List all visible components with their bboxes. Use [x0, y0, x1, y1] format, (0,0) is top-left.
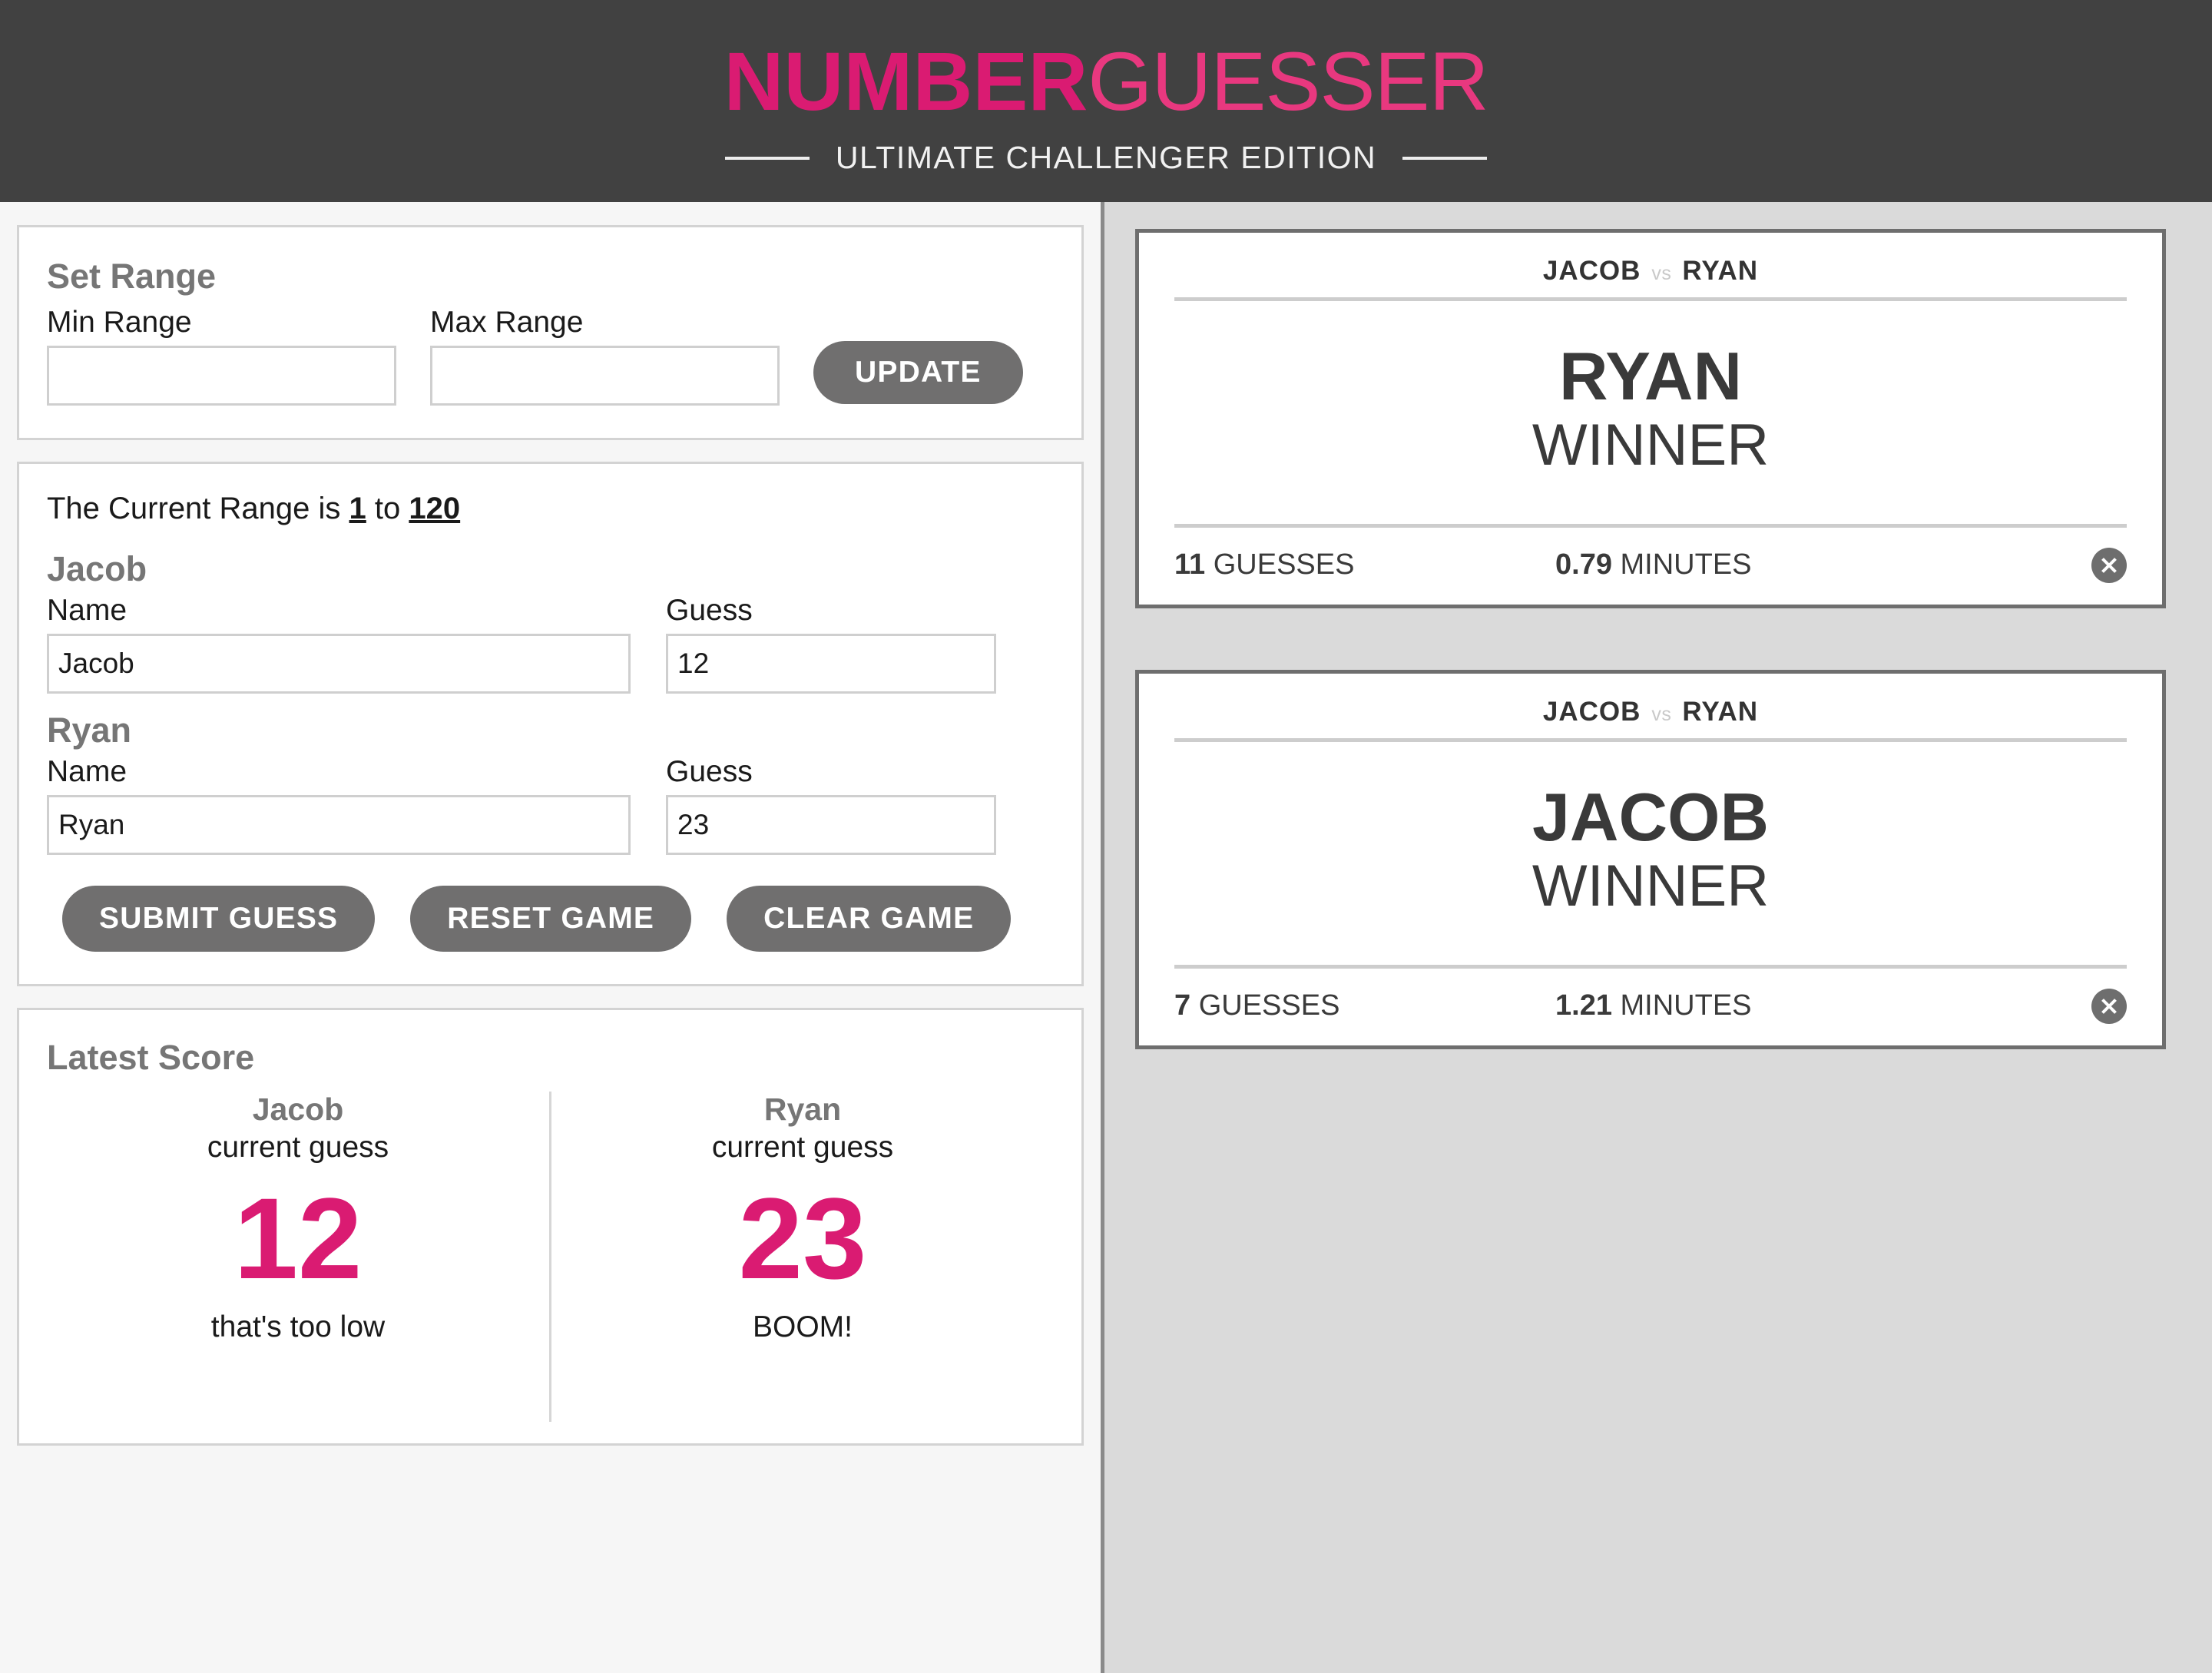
stat-guesses: 11 GUESSES — [1174, 548, 1555, 581]
matchup-player-one: JACOB — [1542, 256, 1641, 286]
ryan-guess-label: Guess — [666, 755, 753, 788]
ryan-name-field: Name — [47, 755, 631, 855]
score-value-ryan: 23 — [738, 1174, 867, 1303]
game-action-buttons: SUBMIT GUESS RESET GAME CLEAR GAME — [47, 886, 1054, 952]
jacob-name-input[interactable] — [47, 634, 631, 694]
stat-guesses-value: 11 — [1174, 548, 1206, 581]
score-value-jacob: 12 — [233, 1174, 363, 1303]
logo-text-number: NUMBER — [724, 35, 1088, 128]
player-heading-jacob: Jacob — [47, 549, 147, 588]
winner-card-body: RYAN WINNER — [1174, 301, 2127, 524]
stat-minutes-value: 1.21 — [1555, 989, 1612, 1022]
ryan-name-label: Name — [47, 755, 127, 788]
winner-name: JACOB — [1532, 778, 1770, 855]
close-button-wrap — [1984, 547, 2127, 583]
max-range-label: Max Range — [430, 306, 584, 339]
jacob-guess-label: Guess — [666, 594, 753, 627]
close-icon[interactable] — [2091, 988, 2127, 1024]
current-range-max: 120 — [409, 492, 461, 525]
matchup-vs-label: vs — [1651, 703, 1672, 725]
score-player-ryan: Ryan — [763, 1092, 842, 1127]
winner-card-stats: 7 GUESSES 1.21 MINUTES — [1174, 969, 2127, 1024]
jacob-guess-input[interactable] — [666, 634, 996, 694]
player-row-ryan: Name Guess — [47, 755, 1054, 855]
ryan-guess-input[interactable] — [666, 795, 996, 855]
game-panel: The Current Range is 1 to 120 Jacob Name… — [17, 462, 1084, 986]
stat-minutes-label: MINUTES — [1620, 548, 1752, 581]
main-layout: Set Range Min Range Max Range UPDATE The… — [0, 202, 2212, 1673]
matchup-player-two: RYAN — [1682, 256, 1759, 286]
set-range-title: Set Range — [47, 257, 217, 296]
subtitle-rule-left — [724, 156, 810, 160]
stat-guesses-value: 7 — [1174, 989, 1191, 1022]
min-range-label: Min Range — [47, 306, 192, 339]
logo-text-guesser: GUESSER — [1088, 35, 1488, 128]
score-hint-jacob: that's too low — [210, 1310, 386, 1343]
matchup-vs-label: vs — [1651, 263, 1672, 284]
stat-minutes: 0.79 MINUTES — [1555, 548, 1984, 581]
jacob-guess-field: Guess — [666, 594, 996, 694]
winner-name: RYAN — [1558, 338, 1742, 414]
clear-game-button[interactable]: CLEAR GAME — [727, 886, 1012, 952]
subtitle-rule-right — [1402, 156, 1488, 160]
latest-score-panel: Latest Score Jacob current guess 12 that… — [17, 1008, 1084, 1446]
app-subtitle: ULTIMATE CHALLENGER EDITION — [724, 140, 1488, 176]
max-range-field: Max Range — [430, 306, 780, 406]
stat-guesses: 7 GUESSES — [1174, 989, 1555, 1022]
winner-card: JACOB vs RYAN RYAN WINNER 11 GUESSES 0.79 … — [1135, 229, 2166, 608]
score-player-jacob: Jacob — [252, 1092, 344, 1127]
latest-score-columns: Jacob current guess 12 that's too low Ry… — [47, 1092, 1054, 1422]
current-range-joiner: to — [374, 492, 401, 525]
app-logo: NUMBERGUESSER — [724, 40, 1488, 123]
player-heading-ryan: Ryan — [47, 711, 132, 750]
score-caption-jacob: current guess — [207, 1131, 389, 1164]
min-range-field: Min Range — [47, 306, 396, 406]
set-range-fields: Min Range Max Range UPDATE — [47, 306, 1054, 406]
close-button-wrap — [1984, 988, 2127, 1024]
jacob-name-field: Name — [47, 594, 631, 694]
winner-card-body: JACOB WINNER — [1174, 742, 2127, 965]
left-column: Set Range Min Range Max Range UPDATE The… — [0, 202, 1104, 1673]
winner-card-matchup: JACOB vs RYAN — [1174, 256, 2127, 297]
matchup-player-two: RYAN — [1682, 696, 1759, 727]
score-column-ryan: Ryan current guess 23 BOOM! — [549, 1092, 1054, 1422]
score-column-jacob: Jacob current guess 12 that's too low — [47, 1092, 549, 1422]
current-range-text: The Current Range is 1 to 120 — [47, 492, 1054, 526]
app-header: NUMBERGUESSER ULTIMATE CHALLENGER EDITIO… — [0, 0, 2212, 202]
ryan-guess-field: Guess — [666, 755, 996, 855]
right-column: JACOB vs RYAN RYAN WINNER 11 GUESSES 0.79 … — [1104, 202, 2212, 1673]
jacob-name-label: Name — [47, 594, 127, 627]
subtitle-text: ULTIMATE CHALLENGER EDITION — [835, 140, 1377, 175]
update-range-button[interactable]: UPDATE — [813, 341, 1023, 404]
current-range-min: 1 — [349, 492, 366, 525]
matchup-player-one: JACOB — [1542, 696, 1641, 727]
stat-minutes-label: MINUTES — [1620, 989, 1752, 1022]
max-range-input[interactable] — [430, 346, 780, 406]
reset-game-button[interactable]: RESET GAME — [410, 886, 692, 952]
stat-guesses-label: GUESSES — [1213, 548, 1355, 581]
ryan-name-input[interactable] — [47, 795, 631, 855]
winner-card-stats: 11 GUESSES 0.79 MINUTES — [1174, 528, 2127, 583]
winner-card-matchup: JACOB vs RYAN — [1174, 697, 2127, 738]
submit-guess-button[interactable]: SUBMIT GUESS — [62, 886, 376, 952]
score-caption-ryan: current guess — [711, 1131, 894, 1164]
min-range-input[interactable] — [47, 346, 396, 406]
close-icon[interactable] — [2091, 547, 2127, 583]
current-range-prefix: The Current Range is — [47, 492, 341, 525]
winner-label: WINNER — [1532, 853, 1770, 919]
winner-label: WINNER — [1532, 412, 1770, 479]
score-hint-ryan: BOOM! — [752, 1310, 853, 1343]
player-row-jacob: Name Guess — [47, 594, 1054, 694]
latest-score-title: Latest Score — [47, 1038, 255, 1077]
stat-minutes-value: 0.79 — [1555, 548, 1612, 581]
stat-minutes: 1.21 MINUTES — [1555, 989, 1984, 1022]
set-range-panel: Set Range Min Range Max Range UPDATE — [17, 225, 1084, 440]
winner-card: JACOB vs RYAN JACOB WINNER 7 GUESSES 1.21 … — [1135, 669, 2166, 1049]
stat-guesses-label: GUESSES — [1198, 989, 1340, 1022]
